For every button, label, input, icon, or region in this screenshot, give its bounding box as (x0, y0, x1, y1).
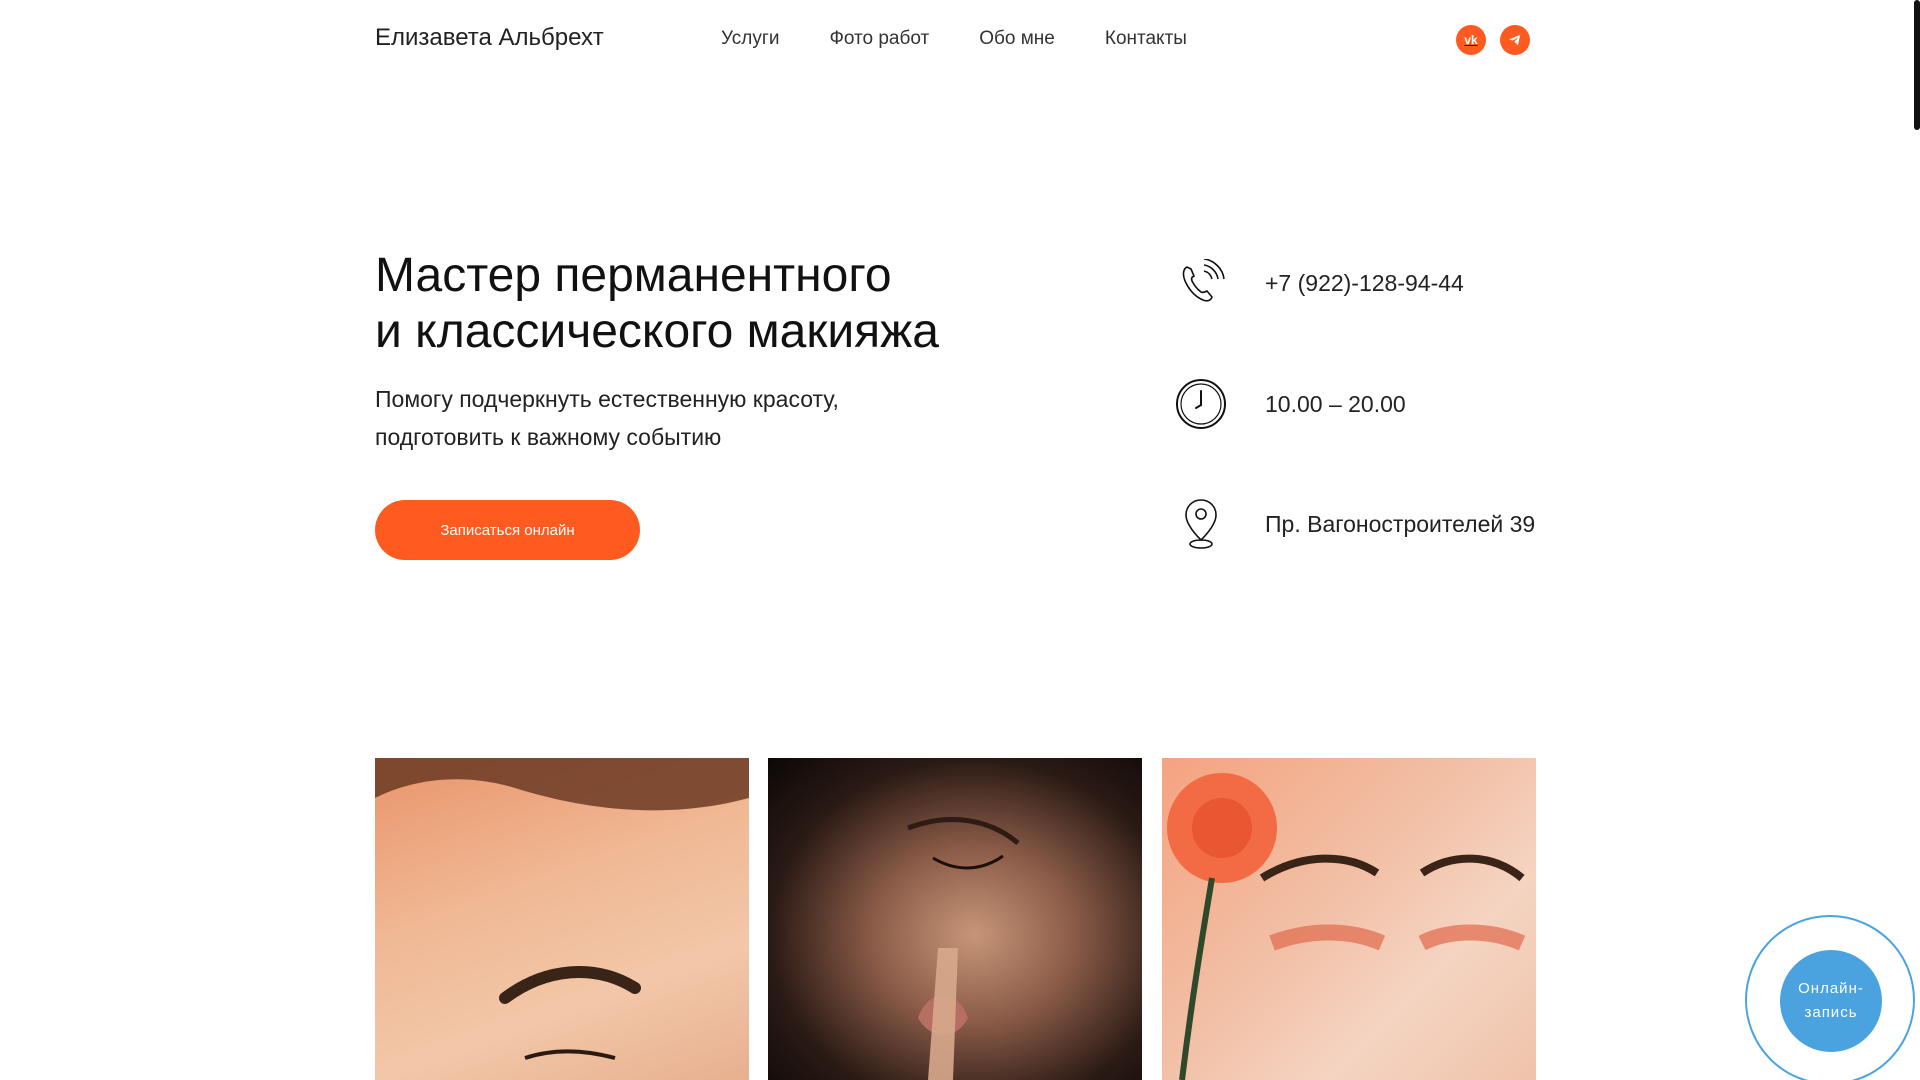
book-online-button[interactable]: Записаться онлайн (375, 500, 640, 560)
nav-services[interactable]: Услуги (721, 28, 779, 50)
telegram-plane-icon (1509, 34, 1521, 46)
contact-hours-text: 10.00 – 20.00 (1265, 390, 1406, 417)
telegram-icon[interactable] (1500, 25, 1530, 55)
vk-icon[interactable]: vk (1456, 25, 1486, 55)
nav-about[interactable]: Обо мне (979, 28, 1055, 50)
hero-title: Мастер перманентного и классического мак… (375, 248, 939, 360)
nav-portfolio[interactable]: Фото работ (829, 28, 929, 50)
site-header: Елизавета Альбрехт Услуги Фото работ Обо… (0, 0, 1920, 80)
hero-subtitle-line2: подготовить к важному событию (375, 424, 722, 450)
contact-phone: +7 (922)-128-94-44 (1175, 255, 1464, 311)
vk-icon-glyph: vk (1464, 33, 1478, 47)
portfolio-photo-1[interactable] (375, 758, 749, 1080)
contact-address-text: Пр. Вагоностроителей 39 (1265, 510, 1536, 537)
scrollbar-thumb[interactable] (1914, 0, 1920, 130)
hero-subtitle-line1: Помогу подчеркнуть естественную красоту, (375, 386, 839, 412)
online-booking-widget[interactable]: Онлайн- запись (1745, 915, 1915, 1080)
online-booking-widget-button[interactable]: Онлайн- запись (1780, 950, 1882, 1052)
brand-name[interactable]: Елизавета Альбрехт (375, 24, 604, 52)
phone-icon (1175, 255, 1227, 311)
nav-contacts[interactable]: Контакты (1105, 28, 1187, 50)
contact-phone-text[interactable]: +7 (922)-128-94-44 (1265, 270, 1464, 297)
widget-line1: Онлайн- (1798, 980, 1864, 997)
main-nav: Услуги Фото работ Обо мне Контакты (721, 28, 1187, 50)
hero-title-line2: и классического макияжа (375, 305, 939, 358)
page-scrollbar[interactable] (1914, 0, 1920, 1080)
location-pin-icon (1175, 496, 1227, 552)
widget-line2: запись (1804, 1004, 1858, 1021)
portfolio-photo-3[interactable] (1162, 758, 1536, 1080)
clock-icon (1175, 376, 1227, 432)
hero-title-line1: Мастер перманентного (375, 249, 892, 302)
hero-subtitle: Помогу подчеркнуть естественную красоту,… (375, 380, 839, 456)
contact-address: Пр. Вагоностроителей 39 (1175, 496, 1535, 552)
portfolio-photo-2[interactable] (768, 758, 1142, 1080)
contact-hours: 10.00 – 20.00 (1175, 376, 1406, 432)
